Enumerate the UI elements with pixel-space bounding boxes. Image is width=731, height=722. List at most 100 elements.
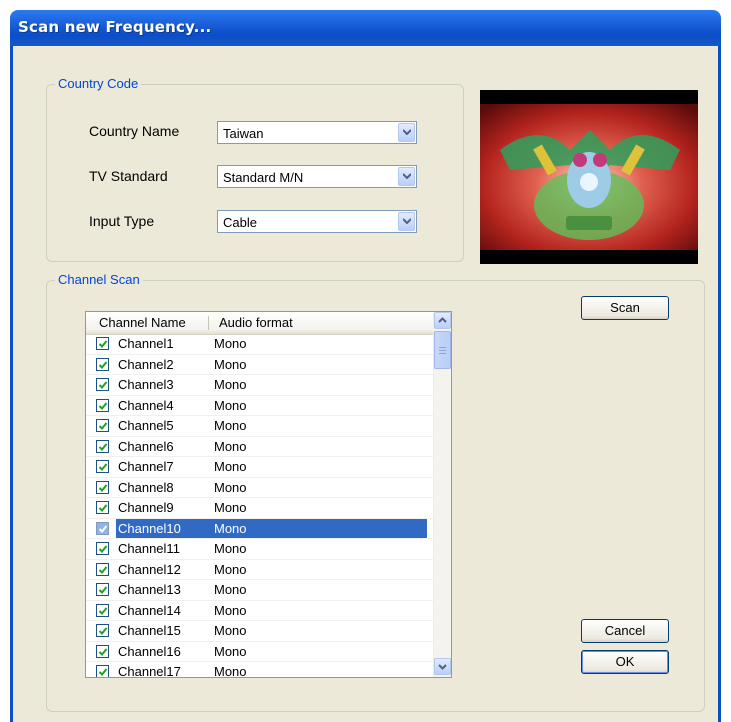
channel-row[interactable]: Channel5 Mono (86, 416, 434, 437)
checkmark-icon (98, 381, 108, 389)
tv-standard-label: TV Standard (89, 168, 168, 184)
cancel-button[interactable]: Cancel (581, 619, 669, 643)
column-header-channel-name[interactable]: Channel Name (99, 312, 186, 334)
chevron-down-icon[interactable] (398, 123, 415, 142)
channel-list[interactable]: Channel Name Audio format Channel1 Mono Ch… (85, 311, 452, 678)
channel-name-cell: Channel14 (118, 602, 181, 618)
channel-row[interactable]: Channel14 Mono (86, 601, 434, 621)
column-divider[interactable] (208, 316, 209, 330)
channel-checkbox[interactable] (96, 665, 109, 677)
input-type-value: Cable (223, 215, 257, 230)
scroll-up-button[interactable] (434, 312, 451, 329)
channel-name-cell: Channel16 (118, 643, 181, 659)
grip-line (439, 347, 446, 348)
checkmark-icon (98, 401, 108, 410)
channel-row[interactable]: Channel4 Mono (86, 396, 434, 416)
audio-format-cell: Mono (214, 356, 247, 372)
checkmark-icon (98, 360, 108, 369)
channel-checkbox[interactable] (96, 378, 109, 391)
channel-checkbox[interactable] (96, 419, 109, 432)
channel-row[interactable]: Channel8 Mono (86, 478, 434, 498)
channel-name-cell: Channel1 (118, 336, 174, 351)
checkmark-icon (98, 340, 108, 348)
channel-checkbox[interactable] (96, 398, 109, 412)
tv-preview (480, 90, 698, 264)
scroll-thumb[interactable] (434, 331, 451, 369)
channel-checkbox[interactable] (96, 501, 109, 514)
country-code-group: Country Code Country Name Taiwan TV Stan… (46, 76, 464, 262)
audio-format-cell: Mono (214, 377, 247, 392)
channel-checkbox[interactable] (96, 460, 109, 473)
chevron-up-icon (438, 317, 447, 323)
channel-checkbox[interactable] (96, 542, 109, 555)
chevron-down-icon[interactable] (398, 167, 415, 186)
channel-rows: Channel1 Mono Channel2 Mono Channel3 Mono Chan… (86, 334, 434, 678)
checkmark-icon (98, 422, 108, 430)
channel-name-cell: Channel17 (118, 664, 181, 678)
channel-name-cell: Channel3 (118, 377, 174, 392)
ok-button[interactable]: OK (581, 650, 669, 674)
channel-checkbox[interactable] (96, 439, 109, 453)
tv-preview-image (480, 104, 698, 250)
channel-checkbox[interactable] (96, 562, 109, 576)
audio-format-cell: Mono (214, 459, 247, 474)
channel-checkbox[interactable] (96, 480, 109, 494)
checkmark-icon (98, 647, 108, 656)
channel-row[interactable]: Channel15 Mono (86, 621, 434, 642)
scroll-down-button[interactable] (434, 658, 451, 675)
channel-row[interactable]: Channel13 Mono (86, 580, 434, 601)
audio-format-cell: Mono (214, 582, 247, 597)
checkmark-icon (98, 524, 108, 533)
channel-checkbox[interactable] (96, 357, 109, 371)
channel-checkbox[interactable] (96, 583, 109, 596)
channel-checkbox[interactable] (96, 337, 109, 350)
audio-format-cell: Mono (214, 664, 247, 678)
channel-name-cell: Channel7 (118, 459, 174, 474)
channel-scan-legend: Channel Scan (55, 272, 143, 287)
channel-checkbox[interactable] (96, 644, 109, 658)
channel-row[interactable]: Channel1 Mono (86, 334, 434, 355)
checkmark-icon (98, 586, 108, 594)
channel-row[interactable]: Channel16 Mono (86, 642, 434, 662)
channel-checkbox[interactable] (96, 521, 109, 535)
channel-name-cell: Channel2 (118, 356, 174, 372)
channel-row[interactable]: Channel9 Mono (86, 498, 434, 519)
tv-standard-value: Standard M/N (223, 170, 304, 185)
tv-standard-select[interactable]: Standard M/N (217, 165, 417, 188)
channel-row[interactable]: Channel10 Mono (86, 518, 434, 539)
checkmark-icon (98, 545, 108, 553)
audio-format-cell: Mono (214, 479, 247, 495)
channel-row[interactable]: Channel3 Mono (86, 375, 434, 396)
channel-row[interactable]: Channel2 Mono (86, 355, 434, 375)
country-code-legend: Country Code (55, 76, 142, 91)
channel-row[interactable]: Channel11 Mono (86, 539, 434, 560)
input-type-label: Input Type (89, 213, 155, 229)
scan-frequency-dialog: Scan new Frequency... Country Code Count… (10, 10, 721, 722)
grip-line (439, 350, 446, 351)
channel-name-cell: Channel10 (116, 518, 209, 538)
channel-name-cell: Channel13 (118, 582, 181, 597)
audio-format-cell: Mono (214, 418, 247, 433)
audio-format-cell: Mono (214, 438, 247, 454)
column-header-audio-format[interactable]: Audio format (219, 312, 293, 334)
channel-checkbox[interactable] (96, 624, 109, 637)
input-type-select[interactable]: Cable (217, 210, 417, 233)
vertical-scrollbar[interactable] (433, 312, 451, 677)
chevron-down-icon[interactable] (398, 212, 415, 231)
country-name-value: Taiwan (223, 126, 264, 141)
channel-row[interactable]: Channel6 Mono (86, 437, 434, 457)
title-bar[interactable]: Scan new Frequency... (10, 10, 721, 46)
audio-format-cell: Mono (214, 397, 247, 413)
checkmark-icon (98, 442, 108, 451)
checkmark-icon (98, 504, 108, 512)
grip-line (439, 353, 446, 354)
channel-row[interactable]: Channel17 Mono (86, 662, 434, 678)
audio-format-cell: Mono (214, 541, 247, 556)
channel-row[interactable]: Channel7 Mono (86, 457, 434, 478)
country-name-select[interactable]: Taiwan (217, 121, 417, 144)
scan-button[interactable]: Scan (581, 296, 669, 320)
checkmark-icon (98, 668, 108, 676)
checkmark-icon (98, 565, 108, 574)
channel-checkbox[interactable] (96, 603, 109, 617)
channel-row[interactable]: Channel12 Mono (86, 560, 434, 580)
